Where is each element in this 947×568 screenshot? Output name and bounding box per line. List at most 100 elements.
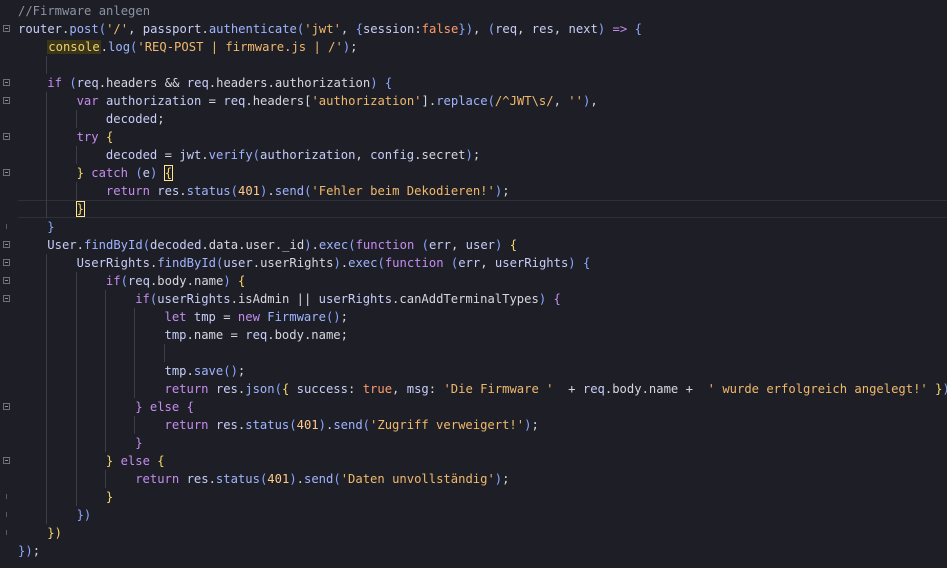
code-line[interactable]: return res.status(401).send('Fehler beim… (18, 182, 947, 200)
code-token: || (289, 292, 319, 306)
code-line[interactable]: decoded; (18, 110, 947, 128)
code-line[interactable]: //Firmware anlegen (18, 2, 947, 20)
code-line[interactable]: } (18, 488, 947, 506)
code-line[interactable]: User.findById(decoded.data.user._id).exe… (18, 236, 947, 254)
fold-toggle-icon[interactable] (3, 25, 10, 32)
code-line[interactable]: }) (18, 524, 947, 542)
indent-guide (46, 290, 48, 308)
fold-toggle-icon[interactable] (3, 79, 10, 86)
code-line[interactable]: } else { (18, 452, 947, 470)
code-token: { (355, 22, 363, 36)
fold-toggle-icon[interactable] (3, 259, 10, 266)
code-line[interactable]: } else { (18, 398, 947, 416)
code-line[interactable]: return res.status(401).send('Daten unvol… (18, 470, 947, 488)
code-token: tmp (193, 310, 216, 324)
fold-toggle-icon[interactable] (3, 295, 10, 302)
line-content: try { (77, 128, 114, 146)
code-token: } (135, 436, 143, 450)
code-token: ( (69, 76, 77, 90)
code-token: }) (76, 508, 92, 522)
code-token: ; (502, 184, 510, 198)
code-line[interactable]: } catch (e) { (18, 164, 947, 182)
code-line[interactable]: router.post('/', passport.authenticate('… (18, 20, 947, 38)
indent-guide (104, 380, 106, 398)
code-token: res (215, 382, 238, 396)
fold-toggle-icon[interactable] (3, 133, 10, 140)
code-token: return (105, 184, 150, 198)
code-line[interactable]: tmp.save(); (18, 362, 947, 380)
code-line[interactable]: console.log('REQ-POST | firmware.js | /'… (18, 38, 947, 56)
code-token: } (135, 400, 143, 414)
indent-guide (104, 308, 106, 326)
indent-guide (46, 326, 48, 344)
code-line[interactable] (18, 56, 947, 74)
code-editor[interactable]: //Firmware anlegen router.post('/', passp… (0, 0, 947, 568)
code-line[interactable]: if(userRights.isAdmin || userRights.canA… (18, 290, 947, 308)
code-line[interactable]: decoded = jwt.verify(authorization, conf… (18, 146, 947, 164)
code-token: res (157, 184, 180, 198)
indent-guide (104, 398, 106, 416)
code-token: userRights (494, 256, 569, 270)
code-token: authorization (105, 94, 202, 108)
indent-guide (75, 344, 77, 362)
code-line[interactable]: UserRights.findById(user.userRights).exe… (18, 254, 947, 272)
code-token: } (76, 166, 84, 180)
indent-guide (104, 416, 106, 434)
code-token: { (553, 292, 561, 306)
indent-guide (46, 452, 48, 470)
fold-toggle-icon[interactable] (3, 277, 10, 284)
indent-guide (46, 110, 48, 128)
indent-guide (75, 362, 77, 380)
indent-guide (46, 506, 48, 524)
code-token: . (76, 238, 84, 252)
code-line[interactable]: var authorization = req.headers['authori… (18, 92, 947, 110)
indent-guide (46, 470, 48, 488)
fold-toggle-icon[interactable] (3, 241, 10, 248)
fold-toggle-icon[interactable] (3, 457, 10, 464)
code-line[interactable] (18, 344, 947, 362)
code-token: userRights (318, 292, 393, 306)
fold-toggle-icon[interactable] (3, 97, 10, 104)
code-token: 'Zugriff verweigert!' (370, 418, 525, 432)
code-token: ) (333, 256, 341, 270)
fold-toggle-icon[interactable] (3, 403, 10, 410)
line-content: //Firmware anlegen (18, 2, 150, 20)
code-line[interactable]: }) (18, 506, 947, 524)
code-token: e (142, 166, 150, 180)
code-line[interactable]: }); (18, 542, 947, 560)
code-line[interactable]: return res.status(401).send('Zugriff ver… (18, 416, 947, 434)
code-line[interactable]: if(req.body.name) { (18, 272, 947, 290)
code-token: + (553, 382, 583, 396)
code-line[interactable]: if (req.headers && req.headers.authoriza… (18, 74, 947, 92)
code-token: ( (223, 364, 231, 378)
code-token: 401 (238, 184, 261, 198)
code-line[interactable]: tmp.name = req.body.name; (18, 326, 947, 344)
line-content: if(req.body.name) { (106, 272, 245, 290)
indent-guide (46, 128, 48, 146)
line-content: }); (18, 542, 40, 560)
code-line[interactable]: return res.json({ success: true, msg: 'D… (18, 380, 947, 398)
code-token: let (164, 310, 187, 324)
code-token: . (267, 328, 275, 342)
code-token: if (135, 292, 150, 306)
code-token: . (179, 184, 187, 198)
code-token: success (296, 382, 348, 396)
indent-guide (75, 380, 77, 398)
code-token: return (164, 382, 209, 396)
code-line[interactable]: try { (18, 128, 947, 146)
code-area[interactable]: //Firmware anlegen router.post('/', passp… (18, 2, 947, 560)
code-line[interactable]: let tmp = new Firmware(); (18, 308, 947, 326)
code-token: verify (208, 148, 253, 162)
code-line[interactable]: } (18, 200, 947, 218)
code-line[interactable]: } (18, 434, 947, 452)
code-token: passport (142, 22, 202, 36)
indent-guide (75, 326, 77, 344)
code-token: err (458, 256, 481, 270)
code-token: , (590, 94, 598, 108)
code-token: '' (568, 94, 583, 108)
code-token: '/' (106, 22, 129, 36)
fold-toggle-icon[interactable] (3, 169, 10, 176)
code-line[interactable]: } (18, 218, 947, 236)
indent-guide (134, 416, 136, 434)
